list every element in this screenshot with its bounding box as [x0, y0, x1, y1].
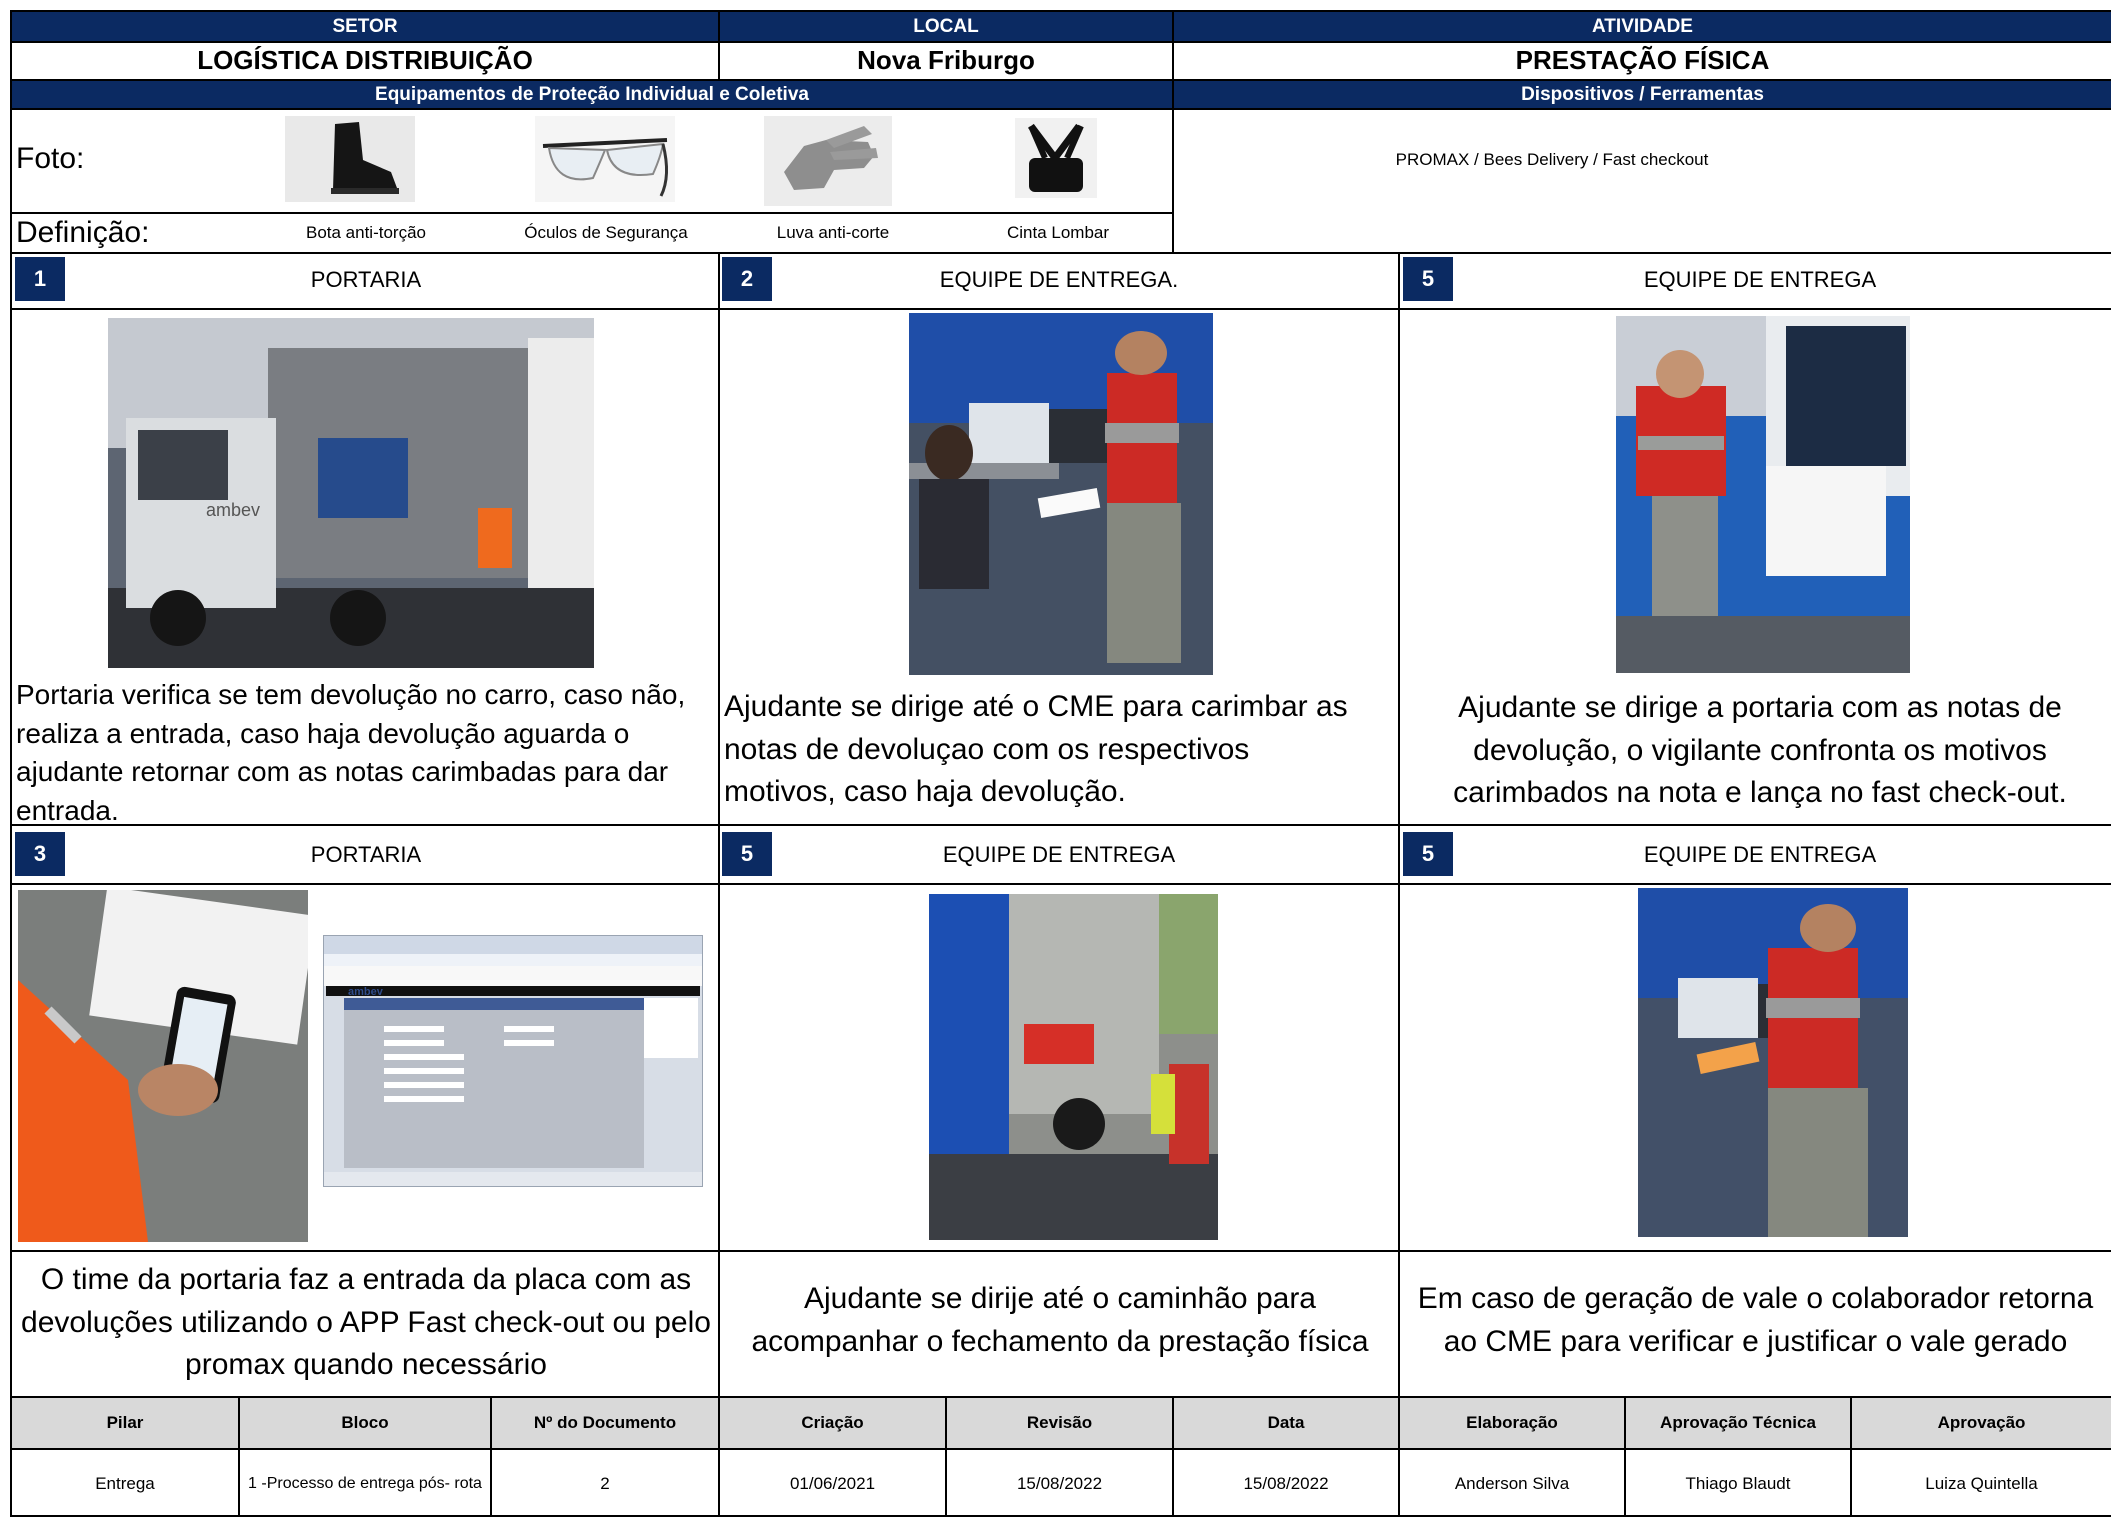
footer-header-criacao: Criação	[720, 1398, 945, 1448]
foto-label: Foto:	[16, 142, 85, 175]
gatehouse-photo	[1616, 316, 1910, 673]
footer-header-aprovacao: Aprovação	[1852, 1398, 2111, 1448]
step-description: Ajudante se dirije até o caminhão para a…	[751, 1282, 1369, 1358]
epi-item-glove: Luva anti-corte	[776, 223, 890, 242]
step-number: 5	[1403, 832, 1453, 876]
definicao-label: Definição:	[16, 216, 150, 249]
step-number: 3	[15, 832, 65, 876]
epi-section-label: Equipamentos de Proteção Individual e Co…	[12, 81, 1172, 108]
atividade-label: ATIVIDADE	[1174, 12, 2111, 41]
tools-section-label: Dispositivos / Ferramentas	[1174, 81, 2111, 108]
step-description: Portaria verifica se tem devolução no ca…	[16, 679, 686, 826]
footer-header-revisao: Revisão	[947, 1398, 1172, 1448]
local-label: LOCAL	[720, 12, 1172, 41]
step-title: PORTARIA	[310, 267, 422, 292]
step-description: Ajudante se dirige a portaria com as not…	[1453, 691, 2067, 810]
epi-item-boot: Bota anti-torção	[305, 223, 426, 242]
promax-screen-capture: ambev	[323, 935, 703, 1187]
setor-label: SETOR	[12, 12, 718, 41]
footer-header-data: Data	[1174, 1398, 1398, 1448]
footer-header-bloco: Bloco	[240, 1398, 490, 1448]
step-title: EQUIPE DE ENTREGA	[1643, 842, 1877, 867]
footer-value-criacao: 01/06/2021	[789, 1473, 876, 1493]
epi-item-glasses: Óculos de Segurança	[524, 223, 688, 242]
step-number: 1	[15, 257, 65, 301]
step-title: EQUIPE DE ENTREGA	[1643, 267, 1877, 292]
phone-app-photo	[18, 890, 308, 1242]
step-description: O time da portaria faz a entrada da plac…	[21, 1263, 711, 1382]
step-number: 5	[1403, 257, 1453, 301]
footer-value-revisao: 15/08/2022	[1016, 1473, 1103, 1493]
truck-photo: ambev	[108, 318, 594, 668]
step-title: EQUIPE DE ENTREGA	[942, 842, 1176, 867]
step-description: Em caso de geração de vale o colaborador…	[1417, 1282, 2094, 1358]
footer-value-documento: 2	[600, 1473, 610, 1493]
truck-brand-text: ambev	[206, 500, 260, 520]
footer-value-elaboracao: Anderson Silva	[1454, 1473, 1570, 1493]
footer-value-aprovacao: Luiza Quintella	[1925, 1473, 2038, 1493]
cme-return-photo	[1638, 888, 1908, 1237]
footer-header-aprovacao-tecnica: Aprovação Técnica	[1626, 1398, 1850, 1448]
local-value: Nova Friburgo	[857, 44, 1035, 75]
promax-brand-text: ambev	[348, 986, 384, 998]
step-number: 5	[722, 832, 772, 876]
step-number: 2	[722, 257, 772, 301]
step-title: EQUIPE DE ENTREGA.	[939, 267, 1179, 292]
step-description: Ajudante se dirige até o CME para carimb…	[724, 690, 1348, 809]
back-belt-photo	[1015, 118, 1097, 198]
boot-photo	[285, 116, 415, 202]
step-title: PORTARIA	[310, 842, 422, 867]
setor-value: LOGÍSTICA DISTRIBUIÇÃO	[197, 44, 533, 75]
atividade-value: PRESTAÇÃO FÍSICA	[1515, 44, 1770, 75]
footer-header-elaboracao: Elaboração	[1400, 1398, 1624, 1448]
truck-unloading-photo	[929, 894, 1218, 1240]
glove-photo	[764, 116, 892, 206]
cme-desk-photo	[909, 313, 1213, 675]
footer-value-aprovacao-tecnica: Thiago Blaudt	[1685, 1473, 1791, 1493]
epi-item-belt: Cinta Lombar	[1006, 223, 1110, 242]
tools-value: PROMAX / Bees Delivery / Fast checkout	[1395, 150, 1709, 169]
footer-header-pilar: Pilar	[12, 1398, 238, 1448]
footer-value-pilar: Entrega	[95, 1473, 155, 1493]
footer-value-bloco: 1 -Processo de entrega pós- rota	[248, 1474, 482, 1492]
footer-value-data: 15/08/2022	[1243, 1473, 1329, 1493]
footer-header-documento: Nº do Documento	[492, 1398, 718, 1448]
glasses-photo	[535, 116, 675, 202]
